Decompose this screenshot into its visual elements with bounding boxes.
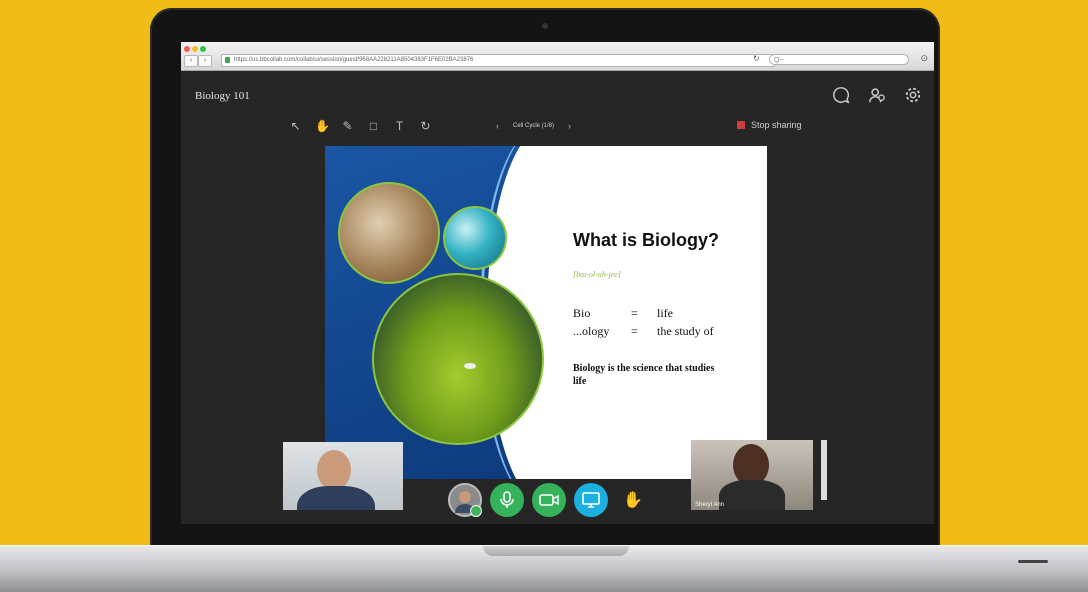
text-icon[interactable]: T (393, 120, 406, 133)
participant-body (719, 480, 785, 510)
settings-icon[interactable] (904, 86, 922, 104)
slide-counter: Cell Cycle (1/8) (513, 123, 555, 129)
definition-equals: = (631, 324, 638, 338)
select-icon[interactable]: ↖ (289, 120, 302, 133)
laptop-base (0, 545, 1088, 592)
forward-icon[interactable]: › (198, 55, 212, 67)
giraffe-photo (338, 182, 440, 284)
address-bar[interactable]: https://us.bbcollab.com/collab/ui/sessio… (221, 54, 775, 67)
raise-hand-icon: ✋ (623, 492, 643, 509)
slide-summary: Biology is the science that studies life (573, 363, 715, 387)
url-text: https://us.bbcollab.com/collab/ui/sessio… (234, 57, 474, 63)
laptop-indicator (1018, 560, 1048, 563)
pen-icon[interactable]: ✎ (341, 120, 354, 133)
definition-equals: = (631, 306, 638, 320)
definition-row: ...ology = the study of (573, 324, 714, 339)
microphone-icon (500, 491, 514, 508)
clear-icon[interactable]: ↻ (419, 120, 432, 133)
back-icon[interactable]: ‹ (184, 55, 198, 67)
cells-photo (443, 206, 507, 270)
lily-pad-photo (372, 273, 544, 445)
slide-heading: What is Biology? (573, 230, 719, 250)
attendees-icon[interactable] (868, 86, 886, 104)
definition-row: Bio = life (573, 306, 673, 321)
webcam-dot (542, 23, 548, 29)
stop-sharing-button[interactable]: Stop sharing (737, 120, 802, 130)
laptop-notch (483, 546, 629, 556)
shape-icon[interactable]: □ (367, 120, 380, 133)
browser-toolbar: ‹ › https://us.bbcollab.com/collab/ui/se… (181, 42, 934, 71)
previous-slide-icon[interactable]: ‹ (496, 121, 499, 131)
microphone-button[interactable] (490, 483, 524, 517)
camera-icon (539, 494, 559, 506)
minimize-window-icon[interactable] (192, 46, 198, 52)
slide-navigator: ‹ Cell Cycle (1/8) › (496, 121, 571, 131)
maximize-window-icon[interactable] (200, 46, 206, 52)
share-content-button[interactable] (574, 483, 608, 517)
slide-phonetic: [baɪ-ol-uh-jee] (573, 270, 621, 279)
reload-icon[interactable]: ↻ (753, 54, 760, 63)
chat-icon[interactable] (832, 86, 850, 104)
presenter-video[interactable] (283, 442, 403, 510)
pan-icon[interactable]: ✋ (315, 120, 330, 133)
presenter-shirt (297, 486, 375, 510)
raise-hand-button[interactable]: ✋ (616, 483, 650, 517)
definition-term: ...ology (573, 324, 610, 338)
stop-icon (737, 121, 745, 129)
lock-icon (225, 57, 230, 63)
call-controls: ✋ (448, 483, 650, 517)
bird-shape (464, 363, 476, 369)
stop-sharing-label: Stop sharing (751, 120, 802, 130)
share-icon (582, 492, 600, 508)
shared-slide: What is Biology? [baɪ-ol-uh-jee] Bio = l… (325, 146, 767, 479)
definition-meaning: life (657, 306, 673, 320)
participant-name: Sheryl Ann (695, 502, 725, 508)
status-badge (470, 505, 482, 517)
session-title: Biology 101 (195, 90, 250, 102)
browser-menu-icon[interactable]: ⊙ (920, 53, 928, 64)
header-actions (832, 86, 922, 104)
my-avatar[interactable] (448, 483, 482, 517)
definition-meaning: the study of (657, 324, 714, 338)
participant-video-extra[interactable] (821, 440, 827, 500)
screen: ‹ › https://us.bbcollab.com/collab/ui/se… (181, 42, 934, 524)
close-window-icon[interactable] (184, 46, 190, 52)
definition-term: Bio (573, 306, 591, 320)
participant-video[interactable]: Sheryl Ann (691, 440, 813, 510)
annotation-toolbar: ↖ ✋ ✎ □ T ↻ (289, 120, 432, 133)
camera-button[interactable] (532, 483, 566, 517)
browser-search[interactable]: Q~ (769, 54, 909, 65)
search-placeholder: Q~ (774, 57, 784, 64)
next-slide-icon[interactable]: › (568, 121, 571, 131)
presenter-head (317, 450, 351, 490)
